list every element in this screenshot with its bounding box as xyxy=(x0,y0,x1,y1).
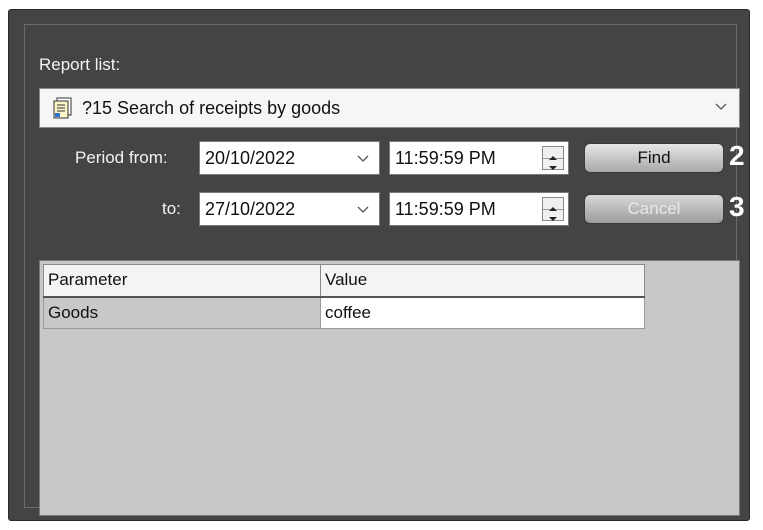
period-to-time-field[interactable]: 11:59:59 PM xyxy=(389,192,569,226)
period-from-date-value: 20/10/2022 xyxy=(205,147,296,168)
period-to-label: to: xyxy=(162,199,181,218)
chevron-down-icon[interactable] xyxy=(713,99,729,115)
cancel-callout-number: 3 xyxy=(729,191,745,222)
find-button[interactable]: Find xyxy=(584,143,724,173)
time-spin-buttons[interactable] xyxy=(542,197,564,221)
chevron-down-icon[interactable] xyxy=(355,202,371,218)
spin-down-icon[interactable] xyxy=(543,209,563,221)
table-header-row: Parameter Value xyxy=(43,264,645,298)
period-to-date-picker[interactable]: 27/10/2022 xyxy=(199,192,380,226)
report-list-label: Report list: xyxy=(39,55,121,74)
time-spin-buttons[interactable] xyxy=(542,146,564,170)
table-row[interactable]: Goods coffee xyxy=(43,296,645,329)
period-from-time-value: 11:59:59 PM xyxy=(395,147,496,168)
parameter-cell[interactable]: Goods xyxy=(43,296,321,329)
report-list-combobox[interactable]: ?15 Search of receipts by goods xyxy=(39,88,740,128)
report-document-icon xyxy=(52,97,74,119)
period-to-date-value: 27/10/2022 xyxy=(205,198,296,219)
period-from-time-field[interactable]: 11:59:59 PM xyxy=(389,141,569,175)
cancel-button[interactable]: Cancel xyxy=(584,194,724,224)
report-list-value: ?15 Search of receipts by goods xyxy=(82,97,341,118)
spin-down-icon[interactable] xyxy=(543,158,563,170)
value-cell[interactable]: coffee xyxy=(320,296,645,329)
parameters-grid[interactable]: Parameter Value Goods coffee xyxy=(39,260,740,516)
column-header-parameter[interactable]: Parameter xyxy=(43,264,321,298)
period-from-label: Period from: xyxy=(75,148,168,167)
report-panel: Report list: ?15 Search of receipts by g… xyxy=(8,9,750,521)
chevron-down-icon[interactable] xyxy=(355,151,371,167)
find-callout-number: 2 xyxy=(729,140,745,171)
period-to-time-value: 11:59:59 PM xyxy=(395,198,496,219)
parameters-table: Parameter Value Goods coffee xyxy=(43,264,645,329)
period-from-date-picker[interactable]: 20/10/2022 xyxy=(199,141,380,175)
column-header-value[interactable]: Value xyxy=(320,264,645,298)
